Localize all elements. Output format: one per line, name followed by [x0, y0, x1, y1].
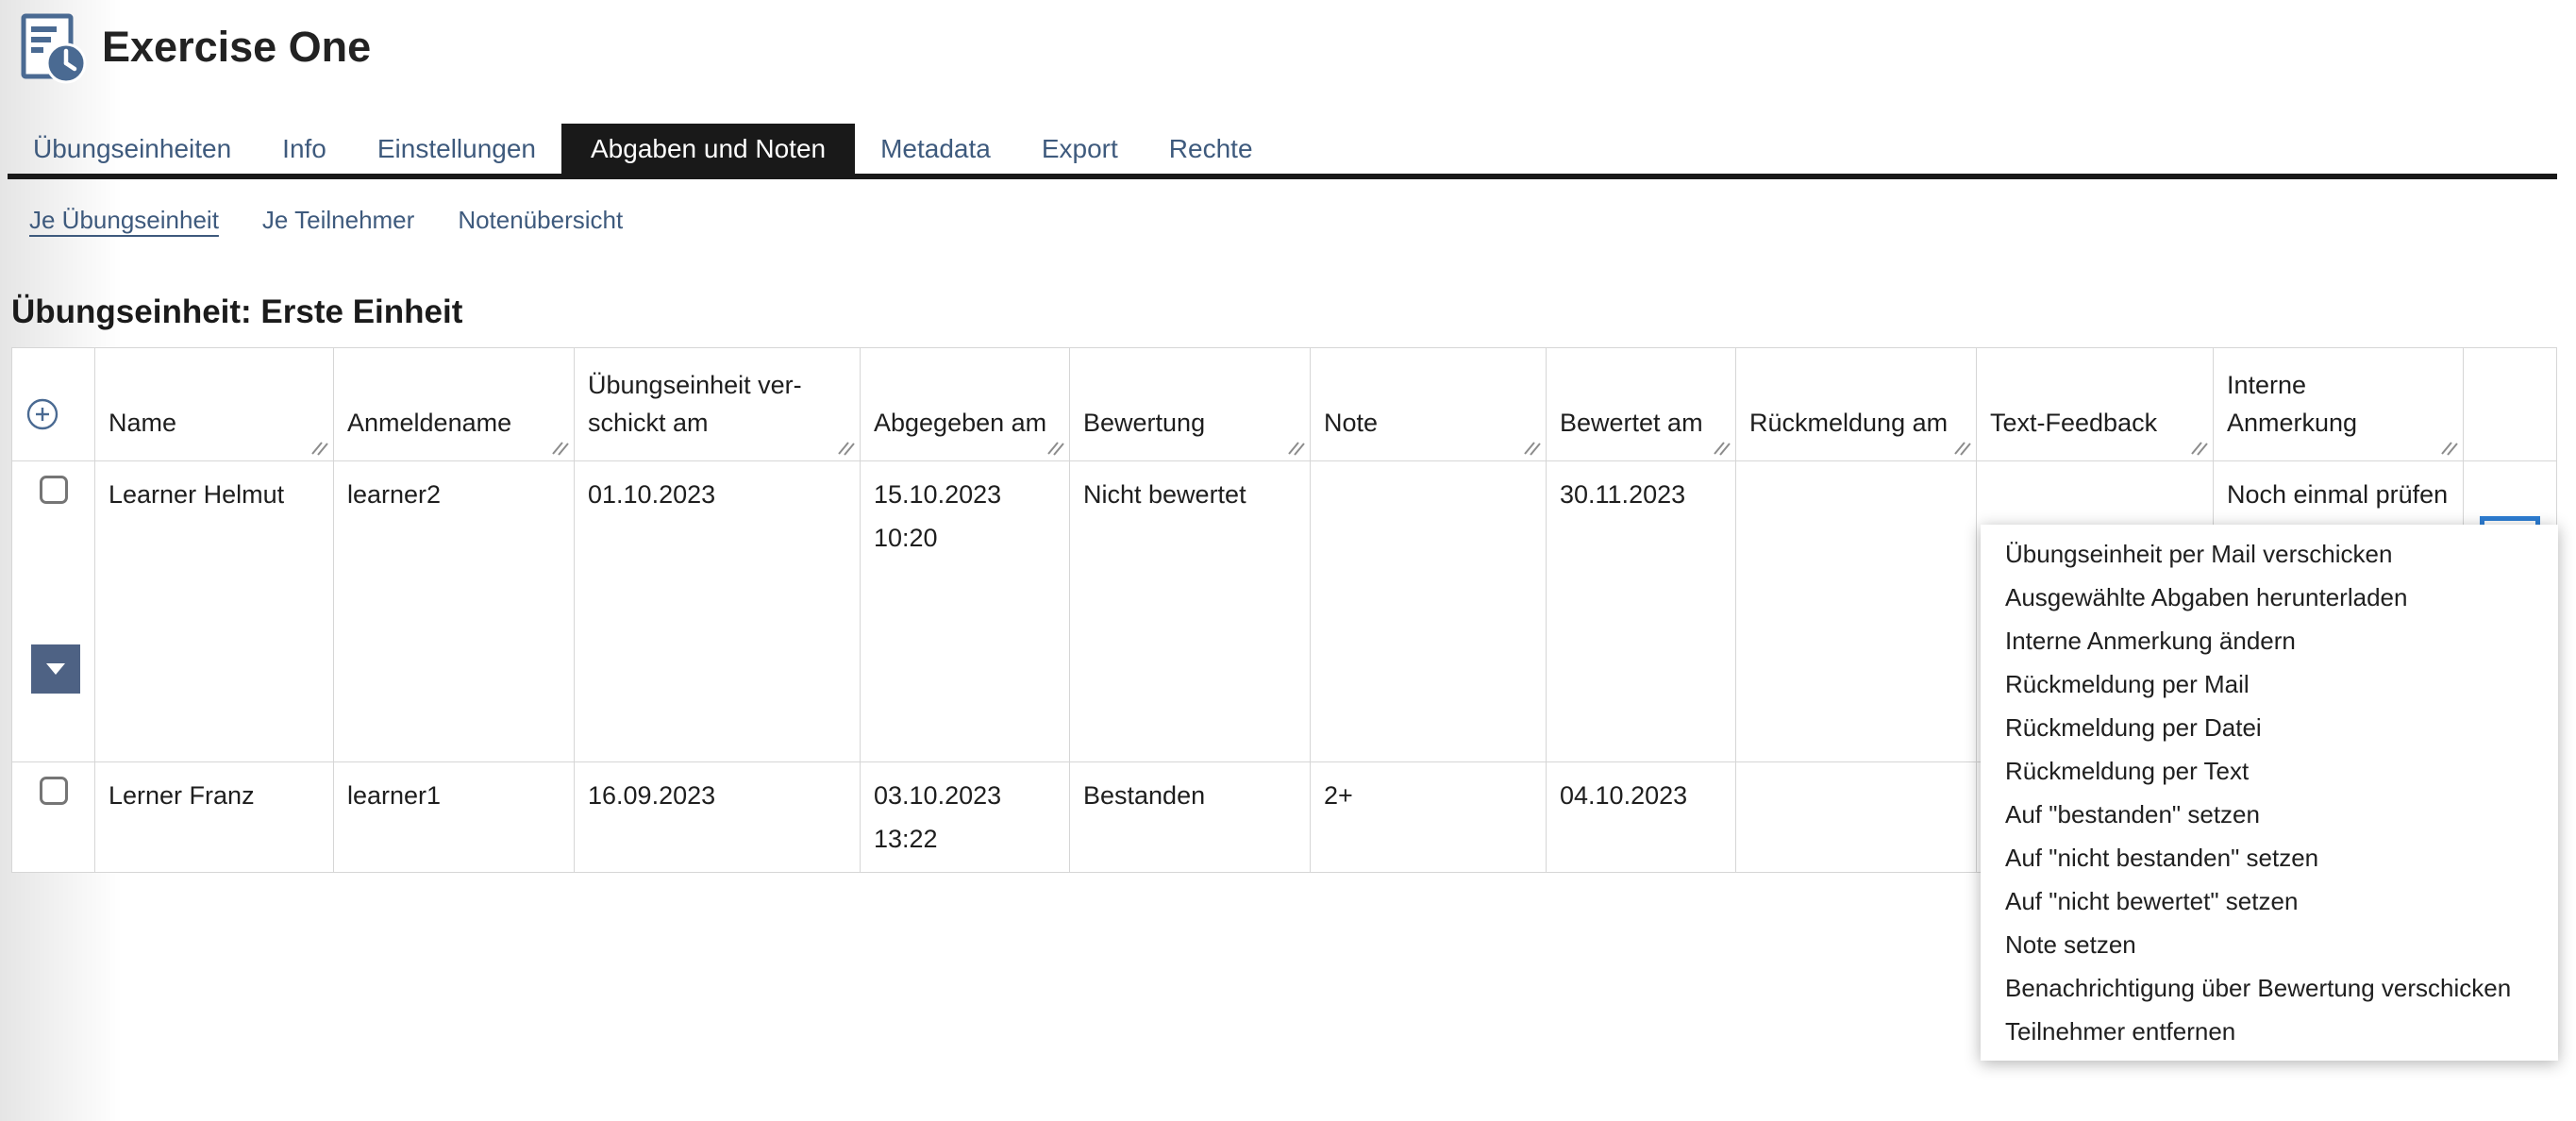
- section-title: Übungseinheit: Erste Einheit: [11, 291, 462, 334]
- column-label: Anmeldename: [347, 409, 511, 437]
- cell-sent-on: 16.09.2023: [575, 762, 861, 873]
- menu-item-rueckmeldung-per-mail[interactable]: Rückmeldung per Mail: [1981, 662, 2558, 706]
- assessment-document-clock-icon: [17, 11, 94, 89]
- cell-grade: [1311, 461, 1547, 762]
- menu-item-uebungseinheit-per-mail[interactable]: Übungseinheit per Mail verschicken: [1981, 532, 2558, 576]
- tab-rechte[interactable]: Rechte: [1144, 124, 1279, 175]
- column-header-anmeldename: Anmeldename: [334, 348, 575, 461]
- cell-username: learner2: [334, 461, 575, 762]
- column-header-note: Note: [1311, 348, 1547, 461]
- tab-uebungseinheiten[interactable]: Übungseinheiten: [8, 124, 257, 175]
- tab-info[interactable]: Info: [257, 124, 352, 175]
- menu-item-interne-anmerkung-aendern[interactable]: Interne Anmerkung ändern: [1981, 619, 2558, 662]
- column-label: Interne Anmerkung: [2227, 371, 2357, 437]
- batch-actions-button[interactable]: [31, 644, 80, 694]
- row-select-cell: [12, 762, 95, 873]
- cell-submitted-on: 03.10.2023 13:22: [861, 762, 1070, 873]
- column-resize-icon[interactable]: [1522, 437, 1541, 456]
- column-resize-icon[interactable]: [1712, 437, 1731, 456]
- cell-rating: Bestanden: [1070, 762, 1311, 873]
- menu-item-note-setzen[interactable]: Note setzen: [1981, 923, 2558, 966]
- subnav-notenuebersicht[interactable]: Notenübersicht: [436, 202, 644, 238]
- menu-item-abgaben-herunterladen[interactable]: Ausgewählte Abgaben herunterladen: [1981, 576, 2558, 619]
- column-resize-icon[interactable]: [309, 437, 328, 456]
- exercise-page: Exercise One Übungseinheiten Info Einste…: [0, 0, 2576, 1121]
- menu-item-benachrichtigung-verschicken[interactable]: Benachrichtigung über Bewertung verschic…: [1981, 966, 2558, 1010]
- column-label: Übungseinheit ver- schickt am: [588, 371, 802, 437]
- column-header-rueckmeldung-am: Rückmeldung am: [1736, 348, 1977, 461]
- column-label: Bewertet am: [1560, 409, 1703, 437]
- row-checkbox[interactable]: [40, 476, 68, 504]
- menu-item-rueckmeldung-per-datei[interactable]: Rückmeldung per Datei: [1981, 706, 2558, 749]
- select-all-header[interactable]: [12, 348, 95, 461]
- cell-name: Learner Helmut: [95, 461, 334, 762]
- cell-grade: 2+: [1311, 762, 1547, 873]
- column-header-actions: [2464, 348, 2557, 461]
- menu-item-auf-nicht-bewertet-setzen[interactable]: Auf "nicht bewertet" setzen: [1981, 879, 2558, 923]
- column-label: Name: [109, 409, 176, 437]
- tab-metadata[interactable]: Metadata: [855, 124, 1016, 175]
- tab-abgaben-und-noten[interactable]: Abgaben und Noten: [561, 124, 855, 175]
- menu-item-auf-bestanden-setzen[interactable]: Auf "bestanden" setzen: [1981, 793, 2558, 836]
- menu-item-auf-nicht-bestanden-setzen[interactable]: Auf "nicht bestanden" setzen: [1981, 836, 2558, 879]
- cell-rated-on: 04.10.2023: [1547, 762, 1736, 873]
- plus-circle-icon: [25, 397, 59, 431]
- cell-feedback-on: [1736, 461, 1977, 762]
- cell-rated-on: 30.11.2023: [1547, 461, 1736, 762]
- cell-feedback-on: [1736, 762, 1977, 873]
- cell-sent-on: 01.10.2023: [575, 461, 861, 762]
- column-resize-icon[interactable]: [550, 437, 569, 456]
- column-label: Note: [1324, 409, 1378, 437]
- column-header-name: Name: [95, 348, 334, 461]
- tab-einstellungen[interactable]: Einstellungen: [352, 124, 561, 175]
- cell-submitted-on: 15.10.2023 10:20: [861, 461, 1070, 762]
- column-header-verschickt-am: Übungseinheit ver- schickt am: [575, 348, 861, 461]
- row-checkbox[interactable]: [40, 777, 68, 805]
- column-resize-icon[interactable]: [2439, 437, 2458, 456]
- column-resize-icon[interactable]: [1286, 437, 1305, 456]
- column-label: Abgegeben am: [874, 409, 1046, 437]
- column-label: Rückmeldung am: [1749, 409, 1948, 437]
- column-resize-icon[interactable]: [1952, 437, 1971, 456]
- page-title: Exercise One: [102, 21, 371, 74]
- row-actions-menu: Übungseinheit per Mail verschicken Ausge…: [1981, 525, 2558, 1061]
- column-header-bewertet-am: Bewertet am: [1547, 348, 1736, 461]
- column-resize-icon[interactable]: [1045, 437, 1064, 456]
- column-header-bewertung: Bewertung: [1070, 348, 1311, 461]
- column-header-interne-anmerkung: Interne Anmerkung: [2214, 348, 2464, 461]
- column-header-abgegeben-am: Abgegeben am: [861, 348, 1070, 461]
- column-resize-icon[interactable]: [836, 437, 855, 456]
- tab-export[interactable]: Export: [1016, 124, 1144, 175]
- column-resize-icon[interactable]: [2189, 437, 2208, 456]
- cell-rating: Nicht bewertet: [1070, 461, 1311, 762]
- menu-item-rueckmeldung-per-text[interactable]: Rückmeldung per Text: [1981, 749, 2558, 793]
- cell-name: Lerner Franz: [95, 762, 334, 873]
- subnav-je-uebungseinheit[interactable]: Je Übungseinheit: [8, 202, 241, 238]
- chevron-down-icon: [46, 663, 65, 675]
- cell-username: learner1: [334, 762, 575, 873]
- table-header-row: Name Anmeldename Übungseinheit ver- schi…: [12, 348, 2557, 461]
- menu-item-teilnehmer-entfernen[interactable]: Teilnehmer entfernen: [1981, 1010, 2558, 1053]
- sub-navigation: Je Übungseinheit Je Teilnehmer Notenüber…: [8, 202, 644, 238]
- column-label: Text-Feedback: [1990, 409, 2157, 437]
- tab-bar: Übungseinheiten Info Einstellungen Abgab…: [8, 124, 1279, 175]
- subnav-je-teilnehmer[interactable]: Je Teilnehmer: [241, 202, 436, 238]
- column-header-text-feedback: Text-Feedback: [1977, 348, 2214, 461]
- row-select-cell: [12, 461, 95, 762]
- column-label: Bewertung: [1083, 409, 1205, 437]
